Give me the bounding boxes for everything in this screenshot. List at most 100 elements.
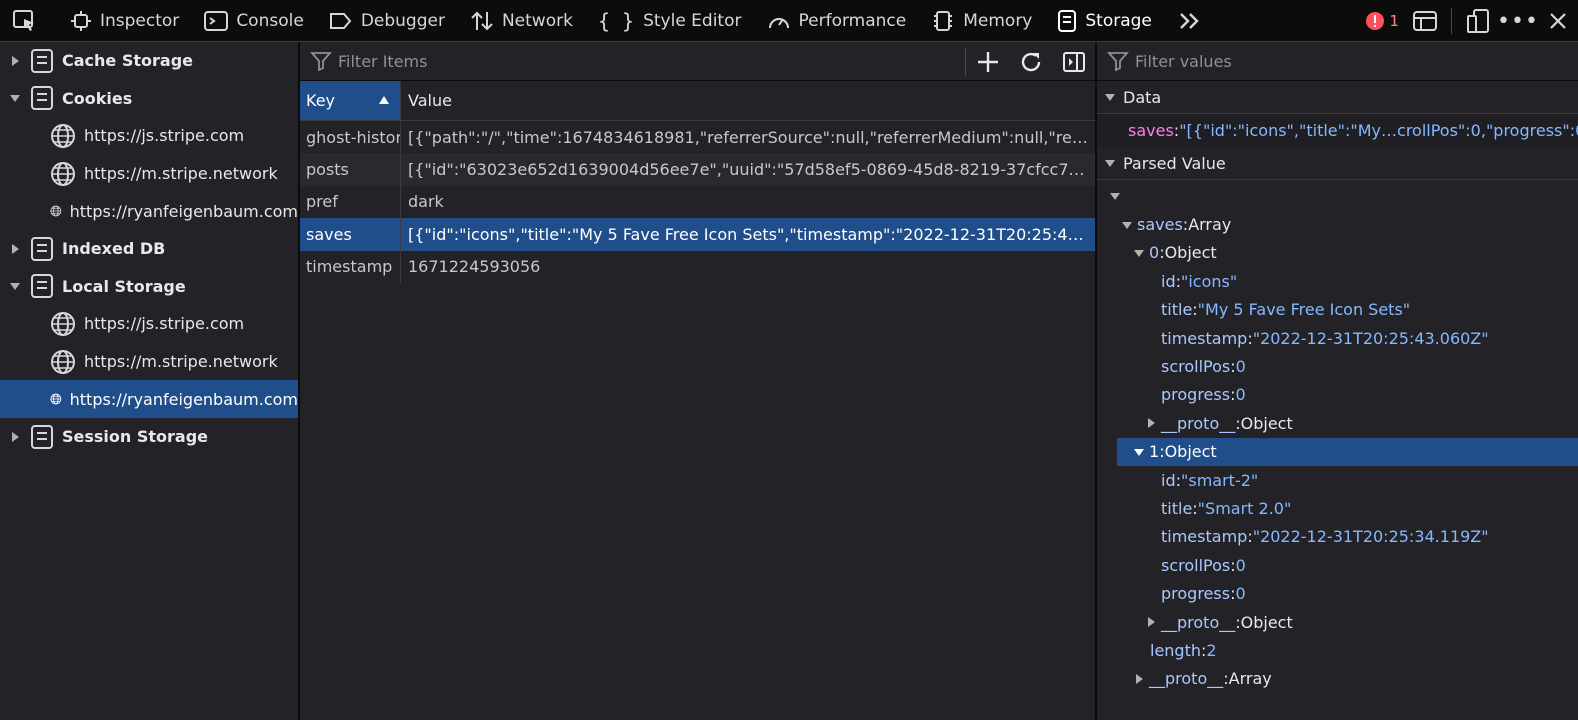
error-count-button[interactable]: 1 bbox=[1365, 11, 1405, 31]
tree-node-scrollpos[interactable]: scrollPos:0 bbox=[1097, 352, 1578, 380]
tree-node-title[interactable]: title: "My 5 Fave Free Icon Sets" bbox=[1097, 296, 1578, 324]
collapsed-arrow-icon[interactable] bbox=[0, 431, 30, 443]
tree-node-id[interactable]: id: "icons" bbox=[1097, 267, 1578, 295]
tree-node-proto[interactable]: __proto__: Object bbox=[1097, 608, 1578, 636]
collapsed-arrow-icon[interactable] bbox=[0, 55, 30, 67]
refresh-icon bbox=[1021, 52, 1040, 71]
storage-icon bbox=[1058, 9, 1077, 32]
node-type: Object bbox=[1240, 413, 1293, 433]
tree-item-local-storage[interactable]: Local Storage bbox=[0, 268, 298, 306]
expanded-arrow-icon[interactable] bbox=[0, 281, 30, 291]
tree-item-session-storage[interactable]: Session Storage bbox=[0, 418, 298, 456]
node-value: "My 5 Fave Free Icon Sets" bbox=[1197, 300, 1411, 320]
tree-node-progress[interactable]: progress:0 bbox=[1097, 381, 1578, 409]
data-value-row[interactable]: saves: "[{"id":"icons","title":"My…crollP… bbox=[1097, 114, 1578, 147]
filter-values-input[interactable]: Filter values bbox=[1135, 52, 1232, 71]
database-icon bbox=[31, 424, 53, 449]
tab-label: Performance bbox=[798, 10, 907, 31]
chevron-double-right-icon bbox=[1180, 12, 1199, 29]
cell-value: [{"id":"icons","title":"My 5 Fave Free I… bbox=[408, 224, 1095, 244]
tree-node-id[interactable]: id: "smart-2" bbox=[1097, 466, 1578, 494]
tree-node-proto[interactable]: __proto__: Object bbox=[1097, 409, 1578, 437]
tree-node-timestamp[interactable]: timestamp: "2022-12-31T20:25:34.119Z" bbox=[1097, 523, 1578, 551]
globe-icon bbox=[51, 349, 75, 374]
tree-label: https://m.stripe.network bbox=[84, 352, 278, 372]
table-row[interactable]: posts [{"id":"63023e652d1639004d56ee7e",… bbox=[300, 153, 1095, 186]
filter-icon bbox=[1107, 52, 1129, 71]
tab-storage[interactable]: Storage bbox=[1045, 0, 1165, 42]
node-type: Array bbox=[1188, 215, 1232, 235]
tree-node-length[interactable]: length:2 bbox=[1097, 636, 1578, 664]
tree-node-saves[interactable]: saves: Array bbox=[1097, 210, 1578, 238]
tab-performance[interactable]: Performance bbox=[755, 0, 920, 42]
table-row[interactable]: pref dark bbox=[300, 185, 1095, 219]
filter-items-input[interactable]: Filter Items bbox=[338, 52, 427, 71]
cell-value: 1671224593056 bbox=[408, 257, 541, 277]
tree-item-local-m-stripe[interactable]: https://m.stripe.network bbox=[0, 343, 298, 381]
node-key: timestamp bbox=[1161, 328, 1248, 348]
tree-node-timestamp[interactable]: timestamp: "2022-12-31T20:25:43.060Z" bbox=[1097, 324, 1578, 352]
options-menu-button[interactable]: ••• bbox=[1497, 0, 1538, 42]
tree-item-cookies-m-stripe[interactable]: https://m.stripe.network bbox=[0, 155, 298, 193]
cell-value: dark bbox=[408, 192, 444, 212]
tab-debugger[interactable]: Debugger bbox=[317, 0, 458, 42]
split-console-icon bbox=[1413, 11, 1437, 31]
collapsed-arrow-icon[interactable] bbox=[0, 243, 30, 255]
close-icon bbox=[1550, 13, 1566, 29]
memory-icon bbox=[934, 10, 953, 31]
node-value: 0 bbox=[1235, 357, 1246, 377]
responsive-design-button[interactable] bbox=[1458, 0, 1498, 42]
tree-item-local-ryan[interactable]: https://ryanfeigenbaum.com bbox=[0, 380, 298, 418]
column-header-key[interactable]: Key bbox=[300, 81, 401, 120]
node-key: saves bbox=[1137, 215, 1183, 235]
tree-node-object-1[interactable]: 1: Object bbox=[1117, 437, 1578, 466]
section-title: Data bbox=[1123, 87, 1162, 107]
table-row[interactable]: saves [{"id":"icons","title":"My 5 Fave … bbox=[300, 218, 1095, 251]
tab-style-editor[interactable]: { } Style Editor bbox=[586, 0, 755, 42]
data-section-header[interactable]: Data bbox=[1097, 81, 1578, 114]
tab-memory[interactable]: Memory bbox=[919, 0, 1045, 42]
data-key: saves bbox=[1128, 121, 1174, 140]
node-key: scrollPos bbox=[1161, 555, 1231, 575]
table-row[interactable]: ghost-history [{"path":"/","time":167483… bbox=[300, 121, 1095, 154]
table-row[interactable]: timestamp 1671224593056 bbox=[300, 250, 1095, 283]
column-header-value[interactable]: Value bbox=[401, 81, 1095, 120]
tree-node-scrollpos[interactable]: scrollPos:0 bbox=[1097, 551, 1578, 579]
toggle-sidebar-button[interactable] bbox=[1052, 42, 1095, 81]
tree-item-cookies[interactable]: Cookies bbox=[0, 80, 298, 118]
tree-item-cookies-ryan[interactable]: https://ryanfeigenbaum.com bbox=[0, 192, 298, 230]
tree-node-proto-array[interactable]: __proto__: Array bbox=[1097, 665, 1578, 693]
cell-key: posts bbox=[300, 153, 401, 186]
close-devtools-button[interactable] bbox=[1538, 0, 1578, 42]
add-item-button[interactable] bbox=[966, 42, 1009, 81]
tree-item-cache-storage[interactable]: Cache Storage bbox=[0, 42, 298, 80]
tab-label: Style Editor bbox=[643, 10, 742, 31]
tab-console[interactable]: Console bbox=[192, 0, 317, 42]
node-key: title bbox=[1161, 498, 1193, 518]
parsed-value-section-header[interactable]: Parsed Value bbox=[1097, 147, 1578, 180]
tree-item-local-js-stripe[interactable]: https://js.stripe.com bbox=[0, 305, 298, 343]
data-value: "[{"id":"icons","title":"My…crollPos":0,… bbox=[1179, 121, 1578, 140]
sidebar-toggle-button[interactable] bbox=[1405, 0, 1445, 42]
tree-node-progress[interactable]: progress:0 bbox=[1097, 579, 1578, 607]
tab-inspector[interactable]: Inspector bbox=[58, 0, 192, 42]
tab-network[interactable]: Network bbox=[458, 0, 586, 42]
expanded-arrow-icon[interactable] bbox=[0, 93, 30, 103]
tree-node-object-0[interactable]: 0: Object bbox=[1097, 239, 1578, 267]
node-value: 0 bbox=[1235, 584, 1246, 604]
node-key: timestamp bbox=[1161, 527, 1248, 547]
element-picker-button[interactable] bbox=[0, 0, 58, 42]
node-key: progress bbox=[1161, 385, 1231, 405]
tree-node-title[interactable]: title: "Smart 2.0" bbox=[1097, 494, 1578, 522]
storage-tree: Cache Storage Cookies https://js.stripe.… bbox=[0, 42, 298, 720]
tree-node-root[interactable] bbox=[1097, 182, 1578, 210]
node-key: 0 bbox=[1149, 243, 1160, 263]
refresh-button[interactable] bbox=[1009, 42, 1052, 81]
expanded-arrow-icon bbox=[1097, 158, 1123, 168]
node-type: Object bbox=[1164, 243, 1217, 263]
tree-item-cookies-js-stripe[interactable]: https://js.stripe.com bbox=[0, 117, 298, 155]
node-type: Object bbox=[1240, 612, 1293, 632]
more-tools-button[interactable] bbox=[1165, 0, 1222, 42]
tree-label: Cache Storage bbox=[62, 51, 193, 71]
tree-item-indexed-db[interactable]: Indexed DB bbox=[0, 230, 298, 268]
